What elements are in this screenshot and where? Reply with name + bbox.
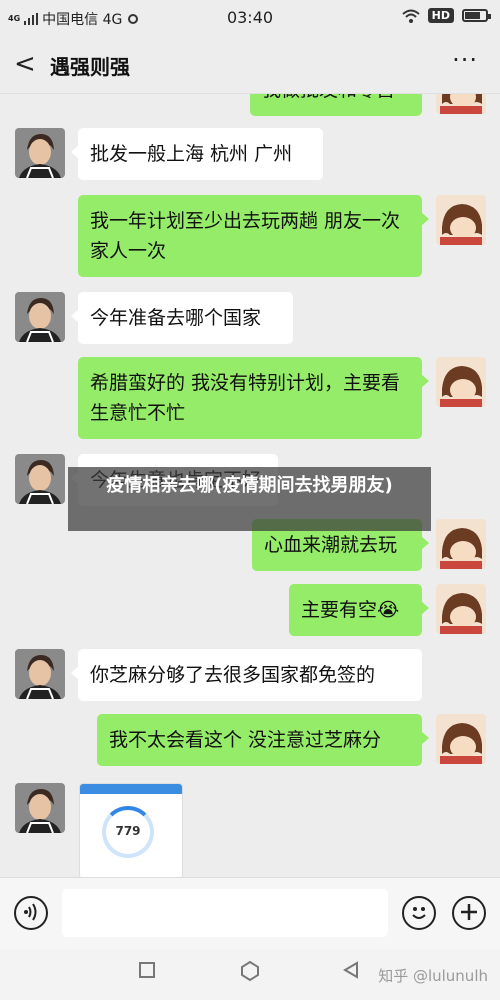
- back-nav-icon[interactable]: [342, 961, 360, 979]
- credit-score-value: 779: [115, 824, 141, 838]
- man-avatar-icon: [15, 783, 65, 833]
- system-nav-bar: 知乎 @lulunulh: [0, 949, 500, 1000]
- emoji-button[interactable]: [402, 896, 436, 930]
- home-icon[interactable]: [240, 961, 260, 981]
- voice-button[interactable]: [14, 896, 48, 930]
- status-bar: 4G 中国电信 4G 03:40 HD: [0, 0, 500, 36]
- battery-icon: [462, 9, 491, 22]
- chat-header: < 遇强则强 ···: [0, 36, 500, 94]
- girl-avatar-icon: [436, 195, 486, 245]
- voice-icon: [24, 903, 37, 921]
- watermark: 知乎 @lulunulh: [378, 967, 488, 985]
- contact-avatar[interactable]: [15, 292, 65, 342]
- sent-bubble[interactable]: 我做批发和零售: [250, 94, 429, 116]
- my-avatar[interactable]: [436, 357, 486, 407]
- input-bar: [0, 877, 500, 949]
- hd-badge: HD: [427, 8, 454, 23]
- girl-avatar-icon: [436, 519, 486, 569]
- contact-avatar[interactable]: [15, 649, 65, 699]
- contact-avatar[interactable]: [15, 783, 65, 833]
- battery-level: [465, 12, 481, 19]
- man-avatar-icon: [15, 649, 65, 699]
- contact-avatar[interactable]: [15, 128, 65, 178]
- back-button[interactable]: <: [14, 49, 36, 79]
- my-avatar[interactable]: [436, 94, 486, 114]
- plus-button[interactable]: [452, 896, 486, 930]
- sent-bubble[interactable]: 希腊蛮好的 我没有特别计划，主要看生意忙不忙: [78, 357, 429, 439]
- my-avatar[interactable]: [436, 714, 486, 764]
- my-avatar[interactable]: [436, 195, 486, 245]
- message-input[interactable]: [62, 889, 388, 937]
- my-avatar[interactable]: [436, 584, 486, 634]
- received-bubble[interactable]: 你芝麻分够了去很多国家都免签的: [71, 649, 422, 701]
- image-message[interactable]: 779: [79, 783, 183, 877]
- emoji-icon: [412, 907, 426, 919]
- chat-title: 遇强则强: [50, 55, 130, 79]
- girl-avatar-icon: [436, 714, 486, 764]
- girl-avatar-icon: [436, 94, 486, 114]
- plus-icon: [461, 904, 477, 920]
- my-avatar[interactable]: [436, 519, 486, 569]
- screenshot-header: [80, 784, 182, 794]
- received-bubble[interactable]: 今年准备去哪个国家: [71, 292, 293, 344]
- overlay-title: 疫情相亲去哪(疫情期间去找男朋友): [68, 467, 431, 531]
- sent-bubble[interactable]: 我不太会看这个 没注意过芝麻分: [97, 714, 429, 766]
- sent-bubble[interactable]: 我一年计划至少出去玩两趟 朋友一次 家人一次: [78, 195, 429, 277]
- received-bubble[interactable]: 批发一般上海 杭州 广州: [71, 128, 323, 180]
- contact-avatar[interactable]: [15, 454, 65, 504]
- sent-bubble[interactable]: 主要有空😭: [289, 584, 429, 636]
- girl-avatar-icon: [436, 584, 486, 634]
- man-avatar-icon: [15, 292, 65, 342]
- man-avatar-icon: [15, 128, 65, 178]
- man-avatar-icon: [15, 454, 65, 504]
- recent-apps-icon[interactable]: [138, 961, 156, 979]
- girl-avatar-icon: [436, 357, 486, 407]
- wifi-icon: [401, 9, 420, 23]
- status-right: HD: [401, 8, 491, 23]
- more-button[interactable]: ···: [452, 46, 478, 74]
